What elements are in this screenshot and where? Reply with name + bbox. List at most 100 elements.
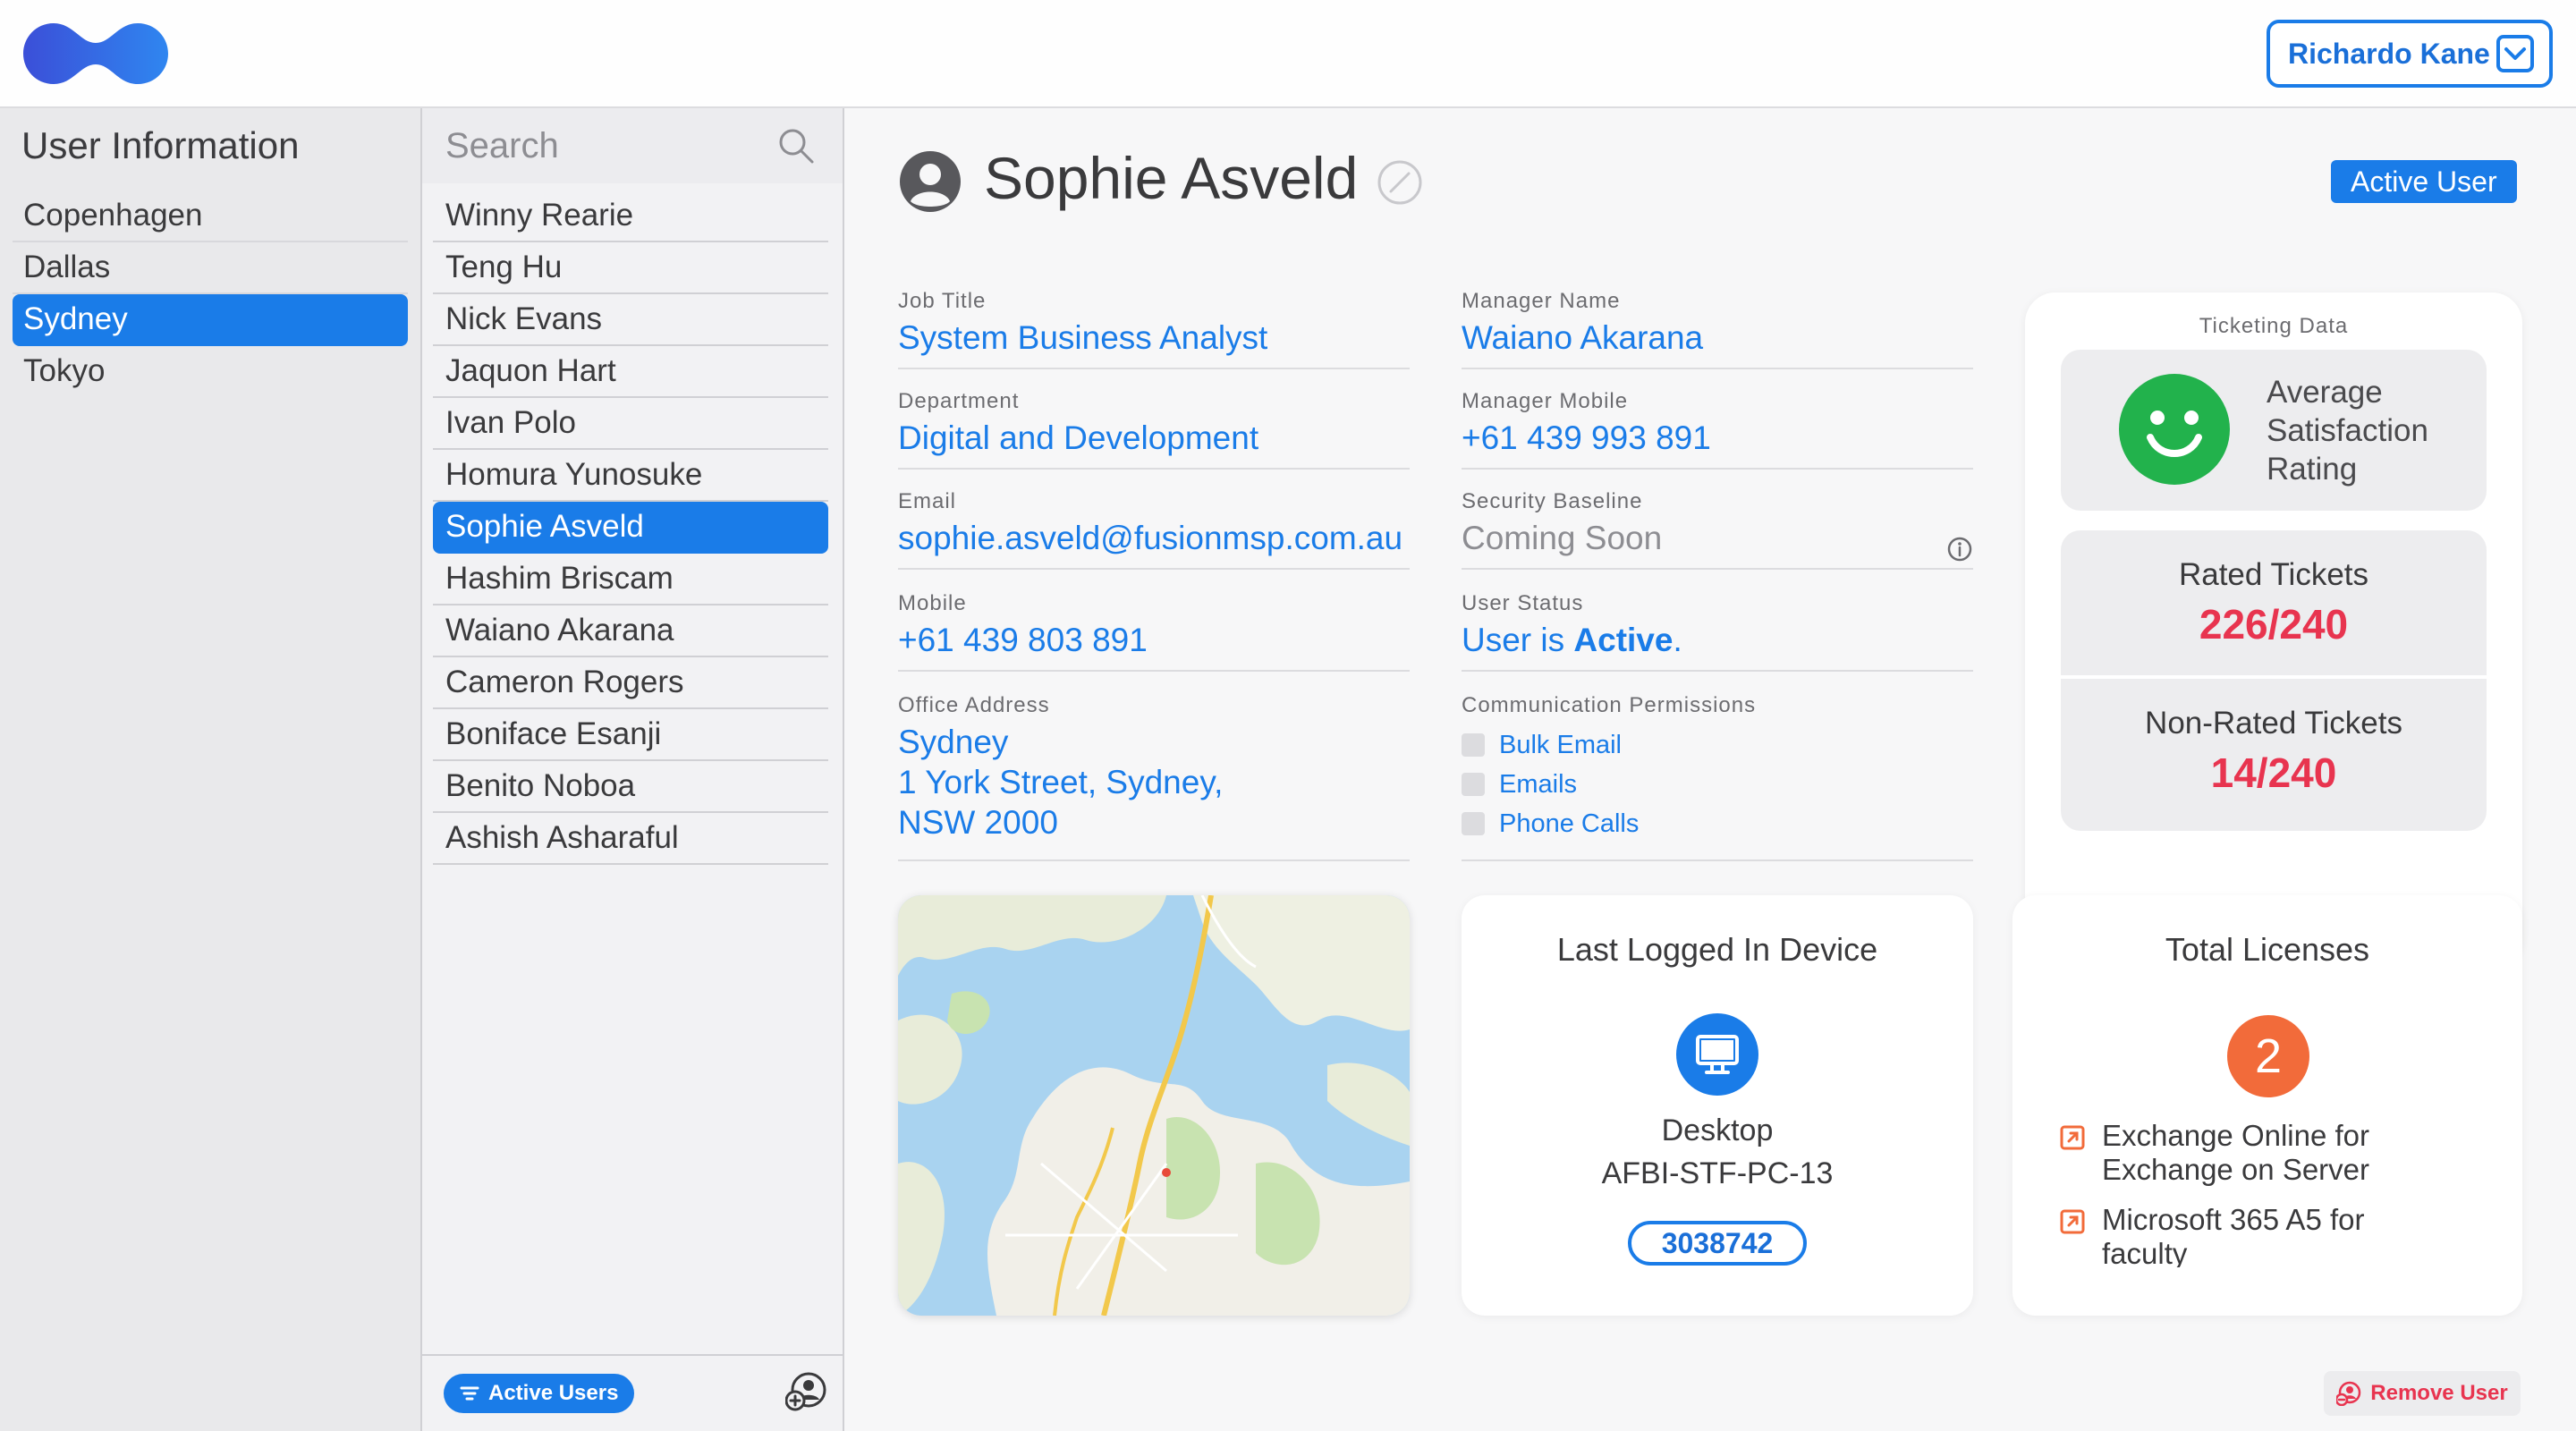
field-label: Communication Permissions [1462, 693, 1757, 717]
checkbox[interactable] [1462, 733, 1485, 757]
ticketing-title: Ticketing Data [2199, 314, 2349, 338]
satisfaction-line: Rating [2267, 452, 2358, 487]
office-address-field: Office Address Sydney 1 York Street, Syd… [898, 693, 1410, 861]
chevron-down-icon [2496, 35, 2534, 72]
search-icon[interactable] [776, 126, 816, 165]
sidebar-item-sydney[interactable]: Sydney [13, 294, 408, 346]
list-item[interactable]: Homura Yunosuke [433, 450, 828, 502]
device-id-button[interactable]: 3038742 [1628, 1221, 1807, 1266]
email-link[interactable]: sophie.asveld@fusionmsp.com.au [898, 518, 1410, 559]
location-list: Copenhagen Dallas Sydney Tokyo [13, 191, 408, 398]
checkbox[interactable] [1462, 773, 1485, 796]
page-title: Sophie Asveld [984, 145, 1359, 211]
filter-icon [460, 1386, 479, 1401]
list-item[interactable]: Benito Noboa [433, 761, 828, 813]
user-status-value: User is Active. [1462, 620, 1973, 661]
app-logo [23, 23, 168, 84]
user-status-suffix: . [1673, 622, 1682, 658]
field-label: Job Title [898, 289, 987, 313]
user-status-field: User Status User is Active. [1462, 591, 1973, 672]
permission-phone-calls[interactable]: Phone Calls [1462, 804, 1973, 843]
remove-user-button[interactable]: Remove User [2324, 1371, 2521, 1416]
permission-label: Bulk Email [1499, 730, 1622, 759]
job-title-field: Job Title System Business Analyst [898, 289, 1410, 369]
sidebar-item-copenhagen[interactable]: Copenhagen [13, 191, 408, 242]
email-field: Email sophie.asveld@fusionmsp.com.au [898, 489, 1410, 570]
current-user-name: Richardo Kane [2288, 37, 2490, 70]
user-list: Winny Rearie Teng Hu Nick Evans Jaquon H… [433, 191, 828, 865]
satisfaction-label: Average Satisfaction Rating [2267, 373, 2428, 488]
office-city: Sydney [898, 724, 1009, 760]
communication-permissions-field: Communication Permissions Bulk Email Ema… [1462, 693, 1973, 861]
list-item[interactable]: Winny Rearie [433, 191, 828, 242]
license-name-line: Microsoft 365 A5 for [2102, 1203, 2365, 1236]
manager-name-link[interactable]: Waiano Akarana [1462, 318, 1973, 359]
info-icon[interactable] [1946, 536, 1973, 563]
list-item[interactable]: Teng Hu [433, 242, 828, 294]
list-item[interactable]: Ivan Polo [433, 398, 828, 450]
license-name-line: Exchange on Server [2102, 1153, 2370, 1186]
field-label: Office Address [898, 693, 1050, 717]
search-bar [422, 108, 843, 183]
list-item[interactable]: Nick Evans [433, 294, 828, 346]
satisfaction-rating-box: Average Satisfaction Rating [2061, 350, 2487, 511]
manager-mobile-field: Manager Mobile +61 439 993 891 [1462, 389, 1973, 470]
add-user-icon[interactable] [785, 1370, 828, 1413]
permission-label: Emails [1499, 769, 1578, 799]
external-link-icon[interactable] [2059, 1124, 2086, 1151]
license-item[interactable]: Microsoft 365 A5 for faculty [2059, 1203, 2488, 1267]
person-circle-icon [900, 151, 961, 212]
rated-tickets-value: 226/240 [2199, 601, 2349, 648]
permission-emails[interactable]: Emails [1462, 765, 1973, 804]
list-item[interactable]: Ashish Asharaful [433, 813, 828, 865]
field-label: User Status [1462, 591, 1584, 615]
field-label: Email [898, 489, 957, 513]
top-bar: Richardo Kane [0, 0, 2576, 108]
smiley-face-icon [2119, 374, 2230, 485]
device-card-title: Last Logged In Device [1556, 931, 1878, 968]
user-detail-panel: Sophie Asveld Active User Job Title Syst… [844, 108, 2576, 1431]
total-licenses-card: Total Licenses 2 Exchange Online for Exc… [2012, 895, 2522, 1316]
user-menu-dropdown[interactable]: Richardo Kane [2267, 20, 2553, 88]
user-status-active: Active [1573, 622, 1674, 658]
desktop-computer-icon [1676, 1013, 1758, 1096]
license-item[interactable]: Exchange Online for Exchange on Server [2059, 1119, 2488, 1187]
checkbox[interactable] [1462, 812, 1485, 835]
list-item[interactable]: Jaquon Hart [433, 346, 828, 398]
sidebar-item-dallas[interactable]: Dallas [13, 242, 408, 294]
field-label: Department [898, 389, 1020, 413]
edit-disabled-icon[interactable] [1376, 158, 1424, 207]
search-input[interactable] [445, 125, 750, 166]
licenses-card-title: Total Licenses [2165, 931, 2370, 968]
mobile-field: Mobile +61 439 803 891 [898, 591, 1410, 672]
list-item[interactable]: Cameron Rogers [433, 657, 828, 709]
license-name-line: faculty [2102, 1237, 2188, 1267]
list-item[interactable]: Hashim Briscam [433, 554, 828, 605]
last-logged-in-device-card: Last Logged In Device Desktop AFBI-STF-P… [1462, 895, 1973, 1316]
active-users-filter-button[interactable]: Active Users [444, 1374, 635, 1413]
mobile-link[interactable]: +61 439 803 891 [898, 620, 1410, 661]
field-value: System Business Analyst [898, 319, 1268, 356]
user-list-panel: Winny Rearie Teng Hu Nick Evans Jaquon H… [422, 108, 844, 1431]
rated-tickets-label: Rated Tickets [2178, 557, 2369, 592]
list-item[interactable]: Waiano Akarana [433, 605, 828, 657]
external-link-icon[interactable] [2059, 1208, 2086, 1235]
remove-user-label: Remove User [2370, 1381, 2508, 1405]
license-name: Exchange Online for Exchange on Server [2102, 1119, 2369, 1187]
permission-bulk-email[interactable]: Bulk Email [1462, 725, 1973, 765]
field-label: Security Baseline [1462, 489, 1643, 513]
device-name: AFBI-STF-PC-13 [1601, 1156, 1834, 1190]
field-value: Digital and Development [898, 419, 1259, 456]
department-field: Department Digital and Development [898, 389, 1410, 470]
list-item-selected[interactable]: Sophie Asveld [433, 502, 828, 554]
non-rated-tickets-box: Non-Rated Tickets 14/240 [2061, 679, 2487, 831]
remove-user-icon [2336, 1381, 2361, 1406]
list-item[interactable]: Boniface Esanji [433, 709, 828, 761]
sidebar-item-tokyo[interactable]: Tokyo [13, 346, 408, 398]
office-postcode: NSW 2000 [898, 804, 1058, 841]
office-map[interactable] [898, 895, 1410, 1316]
manager-mobile-link[interactable]: +61 439 993 891 [1462, 418, 1973, 459]
field-label: Mobile [898, 591, 967, 615]
non-rated-tickets-label: Non-Rated Tickets [2145, 706, 2402, 741]
device-type: Desktop [1661, 1113, 1774, 1147]
